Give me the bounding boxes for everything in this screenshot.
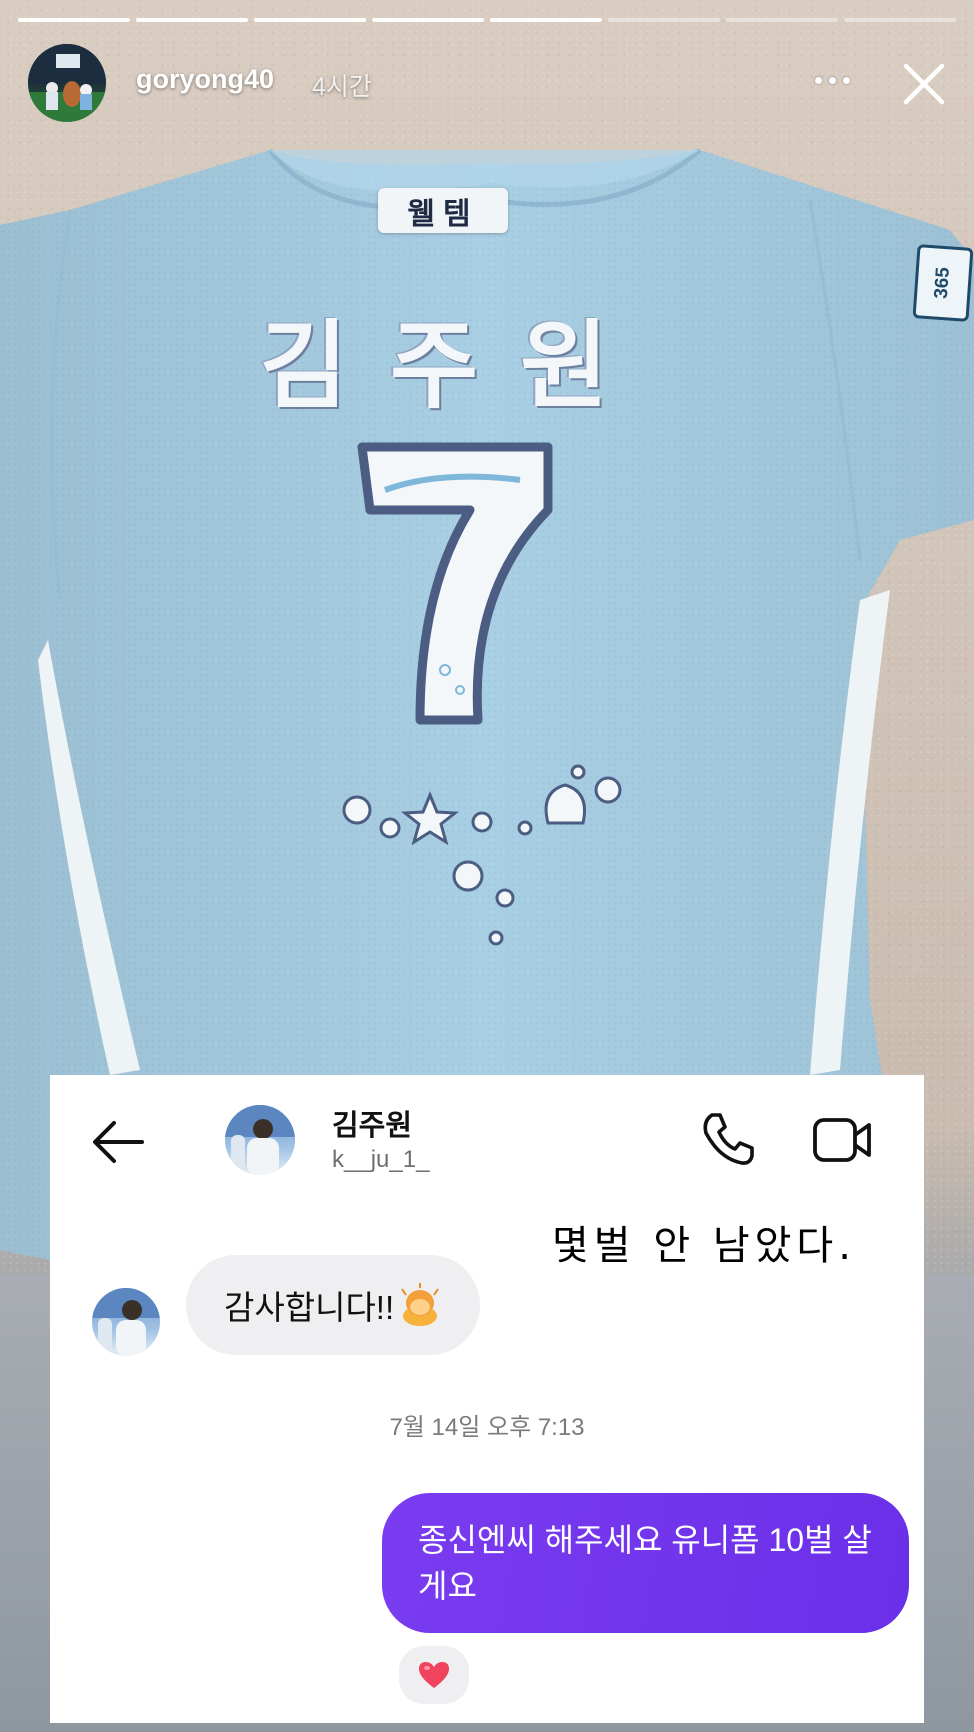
contact-avatar-image	[225, 1105, 295, 1175]
sleeve-patch-label: 365	[930, 266, 955, 300]
sleeve-patch: 365	[912, 244, 974, 322]
story-progress-bar	[18, 18, 956, 22]
message-sender-avatar[interactable]	[92, 1288, 160, 1356]
incoming-message-text: 감사합니다!!	[224, 1289, 395, 1326]
phone-call-icon[interactable]	[698, 1109, 758, 1169]
story-text-overlay: 몇벌 안 남았다.	[552, 1223, 856, 1269]
outgoing-message-text: 종신엔씨 해주세요 유니폼 10벌 살게요	[418, 1522, 872, 1604]
story-progress-segment	[136, 18, 248, 22]
message-sender-avatar-image	[92, 1288, 160, 1356]
message-timestamp: 7월 14일 오후 7:13	[389, 1414, 585, 1441]
story-progress-segment	[844, 18, 956, 22]
story-progress-segment	[726, 18, 838, 22]
more-options-dot-1	[814, 76, 822, 84]
close-icon[interactable]	[896, 56, 952, 112]
avatar-image	[28, 44, 106, 122]
story-progress-segment	[254, 18, 366, 22]
video-call-icon[interactable]	[812, 1115, 874, 1165]
bowing-person-emoji-icon	[401, 1283, 439, 1326]
story-avatar[interactable]	[28, 44, 106, 122]
story-progress-segment	[490, 18, 602, 22]
more-options-dot-3	[842, 76, 850, 84]
more-options-icon[interactable]	[808, 60, 856, 100]
contact-avatar[interactable]	[225, 1105, 295, 1175]
incoming-message-bubble[interactable]: 감사합니다!!	[186, 1255, 481, 1355]
back-arrow-icon[interactable]	[88, 1115, 148, 1169]
story-time: 4시간	[312, 73, 372, 101]
story-progress-segment	[18, 18, 130, 22]
story-progress-segment	[608, 18, 720, 22]
story-username[interactable]: goryong40	[136, 64, 274, 95]
outgoing-message-bubble[interactable]: 종신엔씨 해주세요 유니폼 10벌 살게요	[382, 1493, 909, 1633]
dm-screenshot: 김주원 k__ju_1_ 감사합니다!! 7월 14일 오후 7:13 종신엔씨…	[50, 1075, 924, 1723]
contact-name[interactable]: 김주원	[332, 1102, 412, 1144]
jersey-player-name: 김주원	[259, 313, 651, 420]
heart-reaction-icon	[419, 1662, 449, 1688]
contact-handle[interactable]: k__ju_1_	[332, 1146, 429, 1174]
story-view: 웰템 365 김주원 goryong40 4시간 김주원 k__ju_1_ 감사…	[0, 0, 974, 1732]
message-reaction[interactable]	[395, 1642, 473, 1708]
jersey-name-tag: 웰템	[378, 188, 508, 233]
more-options-dot-2	[828, 76, 836, 84]
story-progress-segment	[372, 18, 484, 22]
